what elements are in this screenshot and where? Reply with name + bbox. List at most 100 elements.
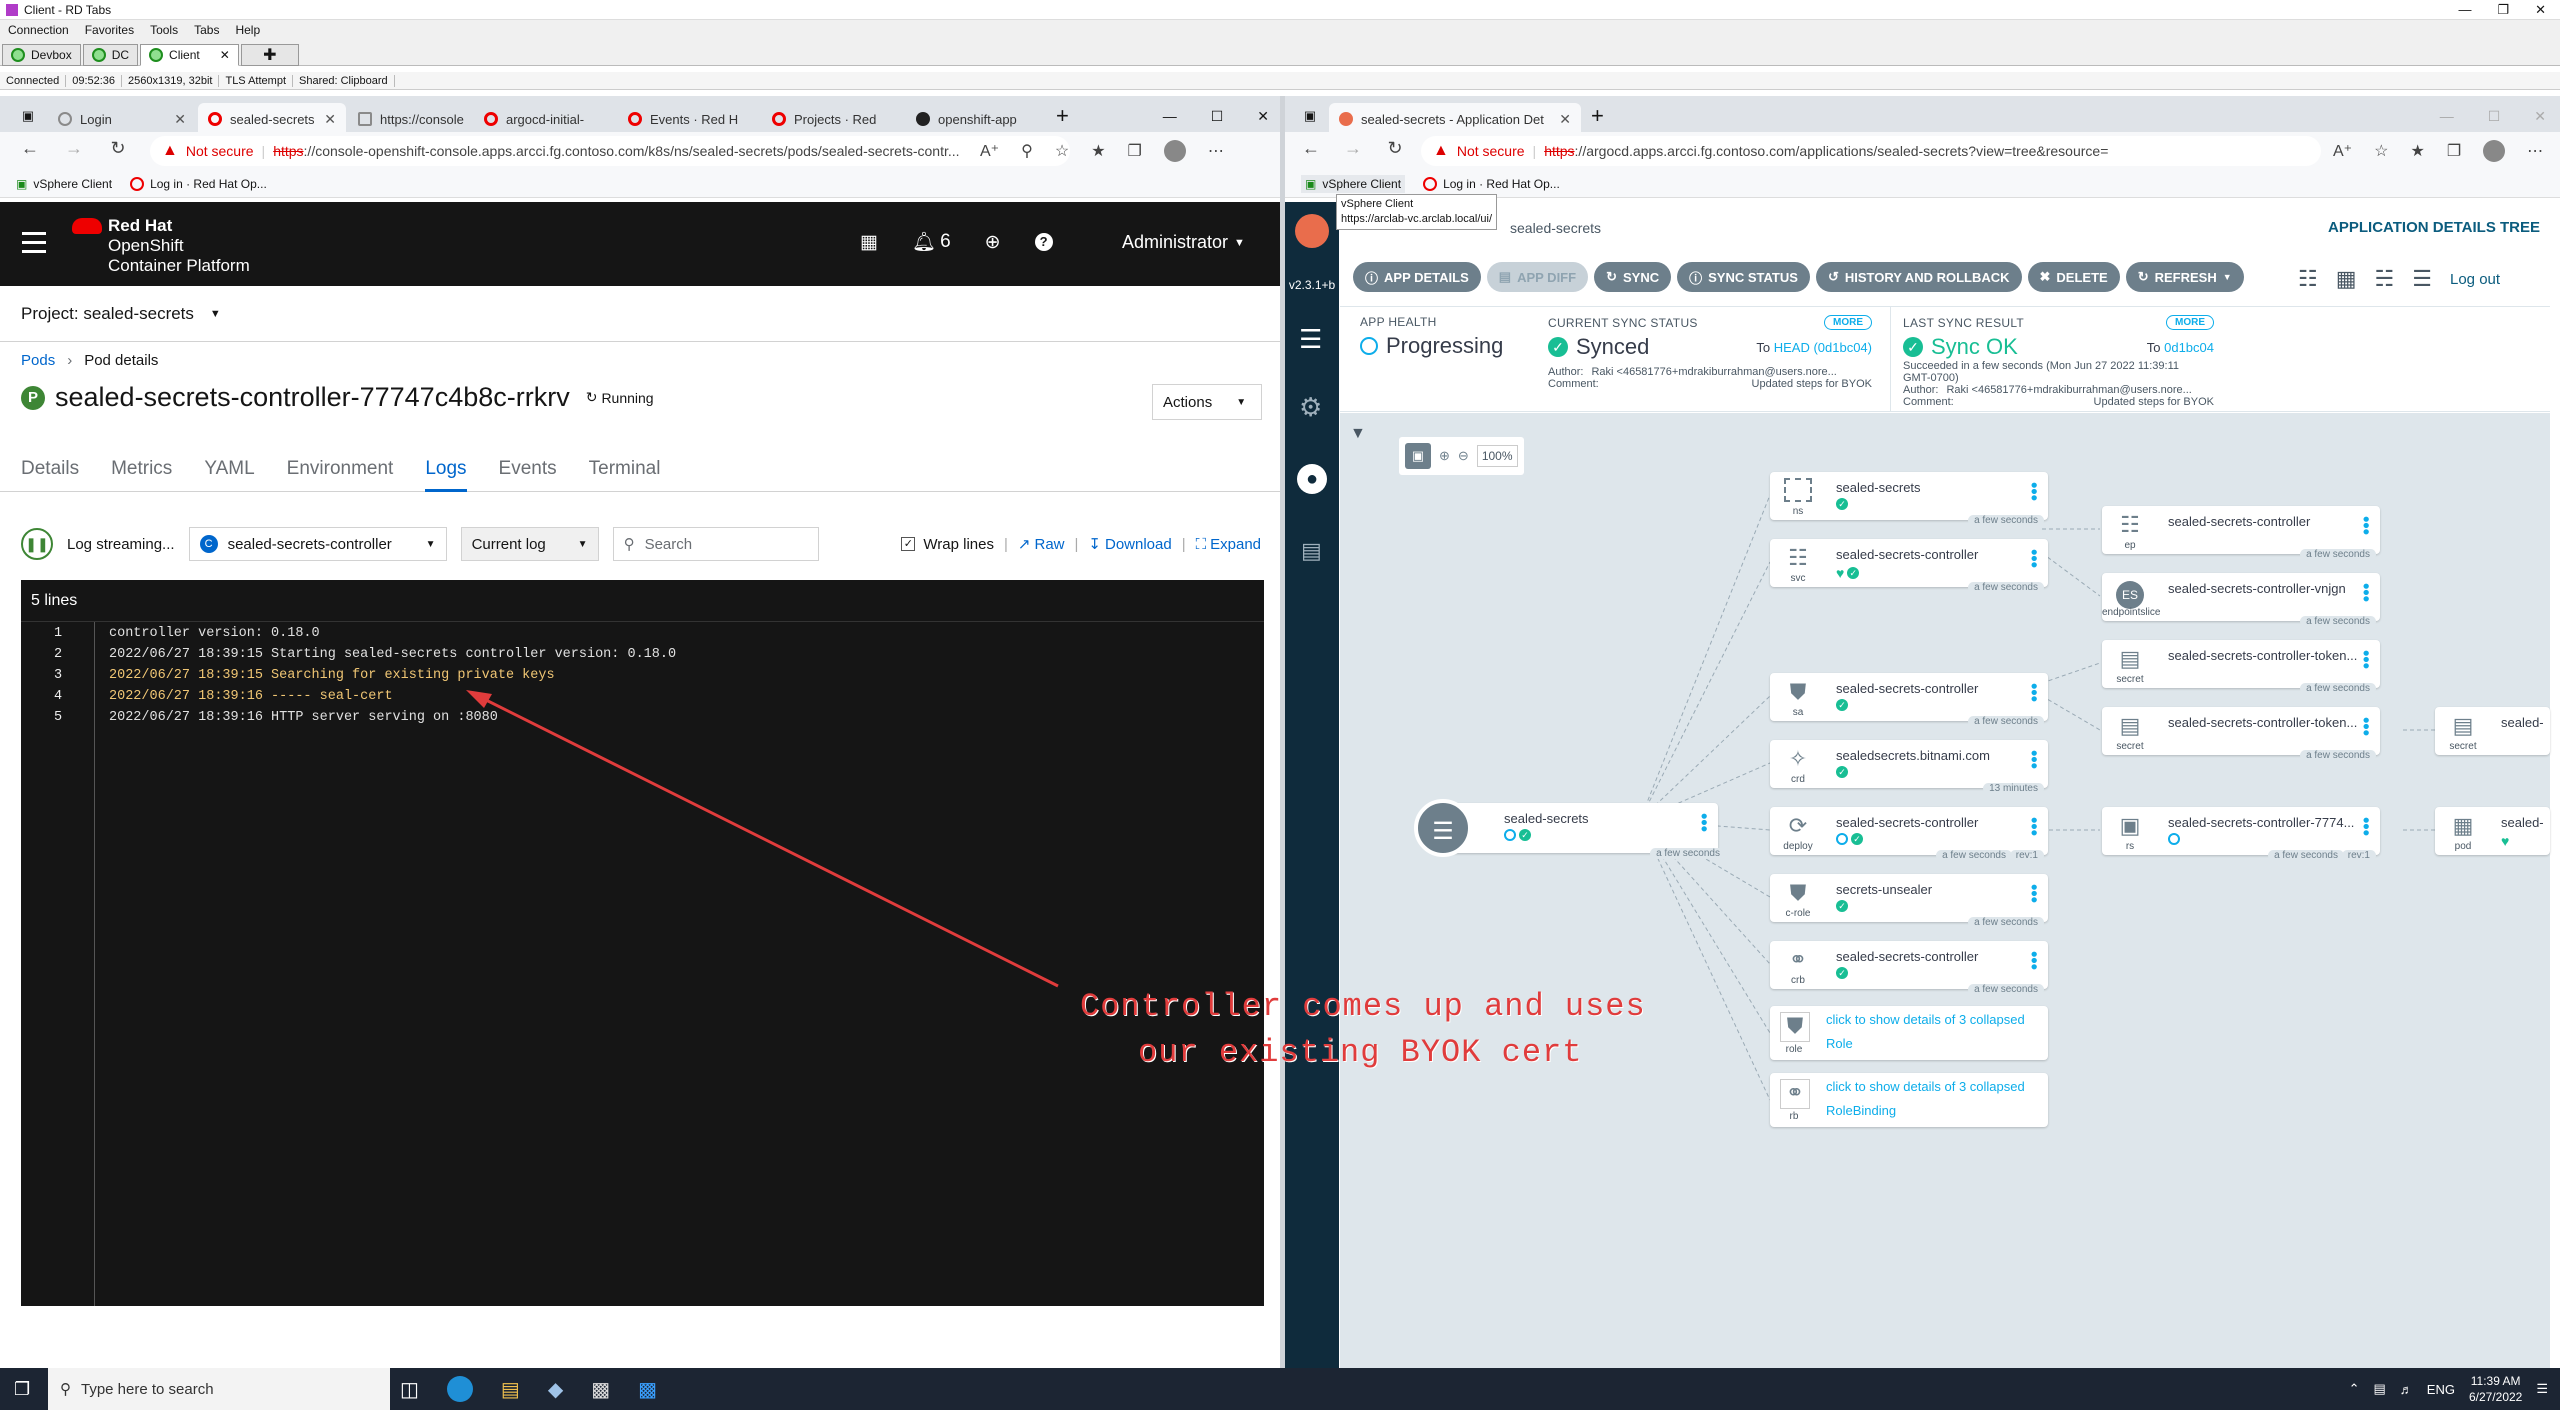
- resource-node-svc[interactable]: ☷ svc sealed-secrets-controller ♥ ✓ ••• a…: [1770, 539, 2048, 593]
- resource-node-pod-clipped[interactable]: ▦ pod sealed- ♥: [2435, 807, 2550, 855]
- notifications-button[interactable]: 🔔︎ 6: [912, 230, 951, 254]
- download-link[interactable]: ↧ Download: [1088, 535, 1171, 554]
- back-icon[interactable]: ←: [1295, 138, 1327, 159]
- more-icon[interactable]: ⋯: [2527, 141, 2543, 161]
- close-icon[interactable]: ✕: [2535, 2, 2546, 18]
- url-field[interactable]: ▲ Not secure | https://argocd.apps.arcci…: [1421, 136, 2321, 166]
- rd-tab-devbox[interactable]: Devbox: [2, 43, 81, 66]
- bookmark-vsphere[interactable]: ▣ vSphere Client: [1301, 174, 1406, 193]
- rdtabs-taskbar-icon[interactable]: ▩: [638, 1377, 657, 1402]
- terminal-icon[interactable]: ▩: [591, 1377, 610, 1402]
- node-menu-icon[interactable]: •••: [2356, 650, 2376, 669]
- tab-events[interactable]: Events: [499, 446, 557, 492]
- bookmark-openshift-login[interactable]: Log in · Red Hat Op...: [1423, 176, 1560, 191]
- sync-more-button[interactable]: MORE: [1824, 315, 1872, 330]
- browser-tab-active[interactable]: sealed-secrets ✕: [198, 103, 346, 135]
- close-tab-icon[interactable]: ✕: [324, 111, 336, 128]
- container-select[interactable]: C sealed-secrets-controller ▼: [188, 527, 447, 561]
- forward-icon[interactable]: →: [58, 138, 90, 159]
- rd-tab-dc[interactable]: DC: [82, 43, 139, 66]
- resource-node-deploy[interactable]: ⟳ deploy sealed-secrets-controller ✓ •••…: [1770, 807, 2048, 861]
- node-menu-icon[interactable]: •••: [2024, 817, 2044, 836]
- log-select[interactable]: Current log ▼: [460, 527, 599, 561]
- resource-node-sa[interactable]: ⛊ sa sealed-secrets-controller ✓ ••• a f…: [1770, 673, 2048, 727]
- read-aloud-icon[interactable]: A⁺: [980, 141, 999, 161]
- new-rd-tab-button[interactable]: ✚: [240, 43, 299, 66]
- node-menu-icon[interactable]: •••: [2356, 717, 2376, 736]
- browser-tab[interactable]: Projects · Red: [762, 103, 904, 135]
- tab-logs[interactable]: Logs: [425, 446, 467, 492]
- profile-icon[interactable]: [1163, 140, 1186, 162]
- zoom-out-icon[interactable]: ⊖: [1458, 448, 1469, 464]
- wrap-lines-checkbox[interactable]: ✓ Wrap lines: [901, 536, 994, 553]
- close-icon[interactable]: ✕: [220, 48, 230, 62]
- resource-node-secret[interactable]: ▤ secret sealed-secrets-controller-token…: [2102, 640, 2380, 694]
- collapsed-rolebinding-node[interactable]: ⚭ rb click to show details of 3 collapse…: [1770, 1073, 2048, 1127]
- fit-icon[interactable]: ▣: [1405, 443, 1431, 469]
- read-aloud-icon[interactable]: A⁺: [2333, 141, 2352, 161]
- resource-node-crole[interactable]: ⛊ c-role secrets-unsealer ✓ ••• a few se…: [1770, 874, 2048, 928]
- resource-node-endpointslice[interactable]: ES endpointslice sealed-secrets-controll…: [2102, 573, 2380, 627]
- tab-actions-icon[interactable]: ▣: [10, 108, 46, 124]
- user-nav-icon[interactable]: ●: [1297, 464, 1327, 494]
- resource-node-crd[interactable]: ✧ crd sealedsecrets.bitnami.com ✓ ••• 13…: [1770, 740, 2048, 794]
- tab-metrics[interactable]: Metrics: [111, 446, 172, 492]
- log-search-input[interactable]: ⚲ Search: [612, 527, 819, 561]
- close-tab-icon[interactable]: ✕: [1559, 111, 1571, 128]
- close-icon[interactable]: ✕: [1257, 108, 1269, 125]
- zoom-icon[interactable]: ⚲: [1021, 141, 1033, 161]
- node-menu-icon[interactable]: •••: [2024, 750, 2044, 769]
- minimize-icon[interactable]: —: [1163, 108, 1177, 124]
- input-language[interactable]: ENG: [2427, 1382, 2455, 1397]
- forward-icon[interactable]: →: [1337, 138, 1369, 159]
- collections-icon[interactable]: ❐: [2447, 141, 2461, 161]
- applications-nav-icon[interactable]: ☰: [1299, 324, 1322, 355]
- pods-view-icon[interactable]: ▦: [2336, 266, 2357, 292]
- favorites-icon[interactable]: ★: [1091, 141, 1105, 161]
- favorite-star-icon[interactable]: ☆: [1055, 141, 1069, 161]
- maximize-icon[interactable]: ☐: [1211, 108, 1224, 125]
- delete-button[interactable]: ✖ DELETE: [2027, 262, 2120, 292]
- windows-start-icon[interactable]: ❐: [14, 1379, 30, 1400]
- project-selector[interactable]: Project: sealed-secrets ▼: [0, 286, 1280, 342]
- reload-icon[interactable]: ↻: [102, 138, 134, 159]
- bookmark-openshift-login[interactable]: Log in · Red Hat Op...: [130, 176, 267, 191]
- docs-nav-icon[interactable]: ▤: [1301, 538, 1322, 564]
- maximize-icon[interactable]: ☐: [2488, 108, 2501, 125]
- resource-node-ns[interactable]: ns sealed-secrets ✓ ••• a few seconds: [1770, 472, 2048, 526]
- new-tab-icon[interactable]: +: [1591, 103, 1604, 129]
- menu-help[interactable]: Help: [235, 23, 260, 37]
- hamburger-icon[interactable]: [22, 232, 46, 253]
- close-icon[interactable]: ✕: [2534, 108, 2546, 125]
- expand-link[interactable]: ⛶ Expand: [1196, 536, 1261, 553]
- last-sync-more-button[interactable]: MORE: [2166, 315, 2214, 330]
- revision-link[interactable]: 0d1bc04: [2164, 340, 2214, 355]
- favorites-icon[interactable]: ★: [2410, 141, 2424, 161]
- raw-link[interactable]: ↗ Raw: [1018, 535, 1065, 554]
- node-menu-icon[interactable]: •••: [2024, 951, 2044, 970]
- resource-node-ep[interactable]: ☷ ep sealed-secrets-controller ••• a few…: [2102, 506, 2380, 560]
- app-diff-button[interactable]: ▤ APP DIFF: [1486, 262, 1589, 292]
- sync-button[interactable]: ↻ SYNC: [1594, 262, 1672, 292]
- minimize-icon[interactable]: —: [2440, 108, 2454, 124]
- browser-tab-active[interactable]: sealed-secrets - Application Det ✕: [1329, 103, 1581, 135]
- tab-details[interactable]: Details: [21, 446, 79, 492]
- menu-tabs[interactable]: Tabs: [194, 23, 219, 37]
- collapsed-role-node[interactable]: ⛊ role click to show details of 3 collap…: [1770, 1006, 2048, 1060]
- url-field[interactable]: ▲ Not secure | https://console-openshift…: [150, 136, 1070, 166]
- browser-tab[interactable]: openshift-app: [906, 103, 1048, 135]
- node-menu-icon[interactable]: •••: [2024, 482, 2044, 501]
- menu-tools[interactable]: Tools: [150, 23, 178, 37]
- collections-icon[interactable]: ❐: [1128, 141, 1142, 161]
- browser-tab[interactable]: Login ✕: [48, 103, 196, 135]
- help-icon[interactable]: ?: [1034, 233, 1053, 251]
- network-view-icon[interactable]: ☵: [2375, 266, 2395, 292]
- tab-actions-icon[interactable]: ▣: [1295, 108, 1325, 124]
- tab-terminal[interactable]: Terminal: [589, 446, 661, 492]
- notifications-icon[interactable]: ☰: [2536, 1381, 2548, 1397]
- browser-tab[interactable]: https://console: [348, 103, 472, 135]
- head-revision-link[interactable]: HEAD (0d1bc04): [1774, 340, 1872, 355]
- settings-nav-icon[interactable]: ⚙: [1299, 392, 1322, 423]
- resource-node-rs[interactable]: ▣ rs sealed-secrets-controller-7774... •…: [2102, 807, 2380, 861]
- logout-button[interactable]: Log out: [2450, 271, 2500, 288]
